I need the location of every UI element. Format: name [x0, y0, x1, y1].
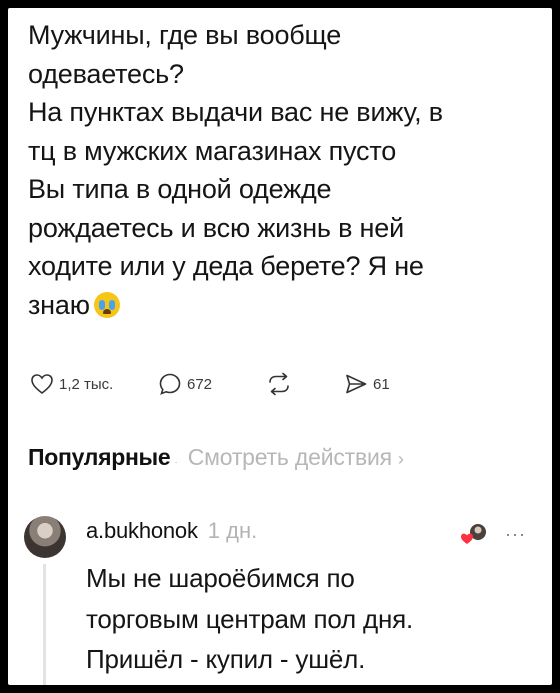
post-line: ходите или у деда берете? Я не	[28, 251, 424, 281]
post-line: знаю	[28, 289, 90, 320]
tab-popular[interactable]: Популярные	[28, 444, 171, 471]
tab-separator: ·	[174, 457, 178, 468]
likes-count: 1,2 тыс.	[59, 375, 114, 393]
comment-line: Мы не шароёбимся по	[86, 563, 355, 593]
more-options-icon[interactable]: ···	[505, 525, 526, 543]
comment-text: Мы не шароёбимся по торговым центрам пол…	[86, 558, 526, 680]
comment-line: Пришёл - купил - ушёл.	[86, 644, 366, 674]
send-icon	[346, 374, 367, 394]
post-card: Мужчины, где вы вообще одеваетесь? На пу…	[8, 8, 552, 685]
author-like-icon	[459, 522, 489, 553]
comments-count: 672	[187, 375, 213, 393]
tab-view-activity[interactable]: Смотреть действия	[188, 444, 392, 471]
repost-icon	[269, 372, 289, 396]
like-button[interactable]: 1,2 тыс.	[30, 370, 113, 398]
post-line: На пунктах выдачи вас не вижу, в	[28, 97, 443, 127]
post-line: Мужчины, где вы вообще	[28, 20, 342, 50]
avatar[interactable]	[24, 516, 66, 558]
repost-button[interactable]	[266, 370, 297, 398]
share-button[interactable]: 61	[344, 370, 390, 398]
chevron-right-icon[interactable]: ›	[398, 449, 404, 470]
post-actions: 1,2 тыс. 672 61	[30, 370, 530, 398]
comment-bubble-icon	[159, 373, 181, 395]
post-line: рождаетесь и всю жизнь в ней	[28, 212, 404, 243]
comment-header: a.bukhonok 1 дн.	[86, 518, 257, 548]
comment: a.bukhonok 1 дн. ··· Мы не шароёбимся по…	[8, 508, 552, 685]
thread-line	[43, 564, 46, 685]
post-line: Вы типа в одной одежде	[28, 174, 332, 204]
comment-username[interactable]: a.bukhonok	[86, 518, 198, 544]
post-line: тц в мужских магазинах пусто	[28, 135, 397, 166]
heart-icon	[31, 374, 53, 395]
post-line: одеваетесь?	[28, 58, 184, 89]
comment-button[interactable]: 672	[158, 370, 212, 398]
post-line-last: знаю	[28, 286, 508, 325]
crying-face-emoji-icon	[93, 291, 120, 318]
comment-line: торговым центрам пол дня.	[86, 603, 414, 634]
shares-count: 61	[373, 375, 390, 393]
comment-time: 1 дн.	[207, 518, 258, 543]
comments-tabs: Популярные · Смотреть действия ›	[28, 444, 548, 474]
post-text: Мужчины, где вы вообще одеваетесь? На пу…	[28, 16, 508, 324]
